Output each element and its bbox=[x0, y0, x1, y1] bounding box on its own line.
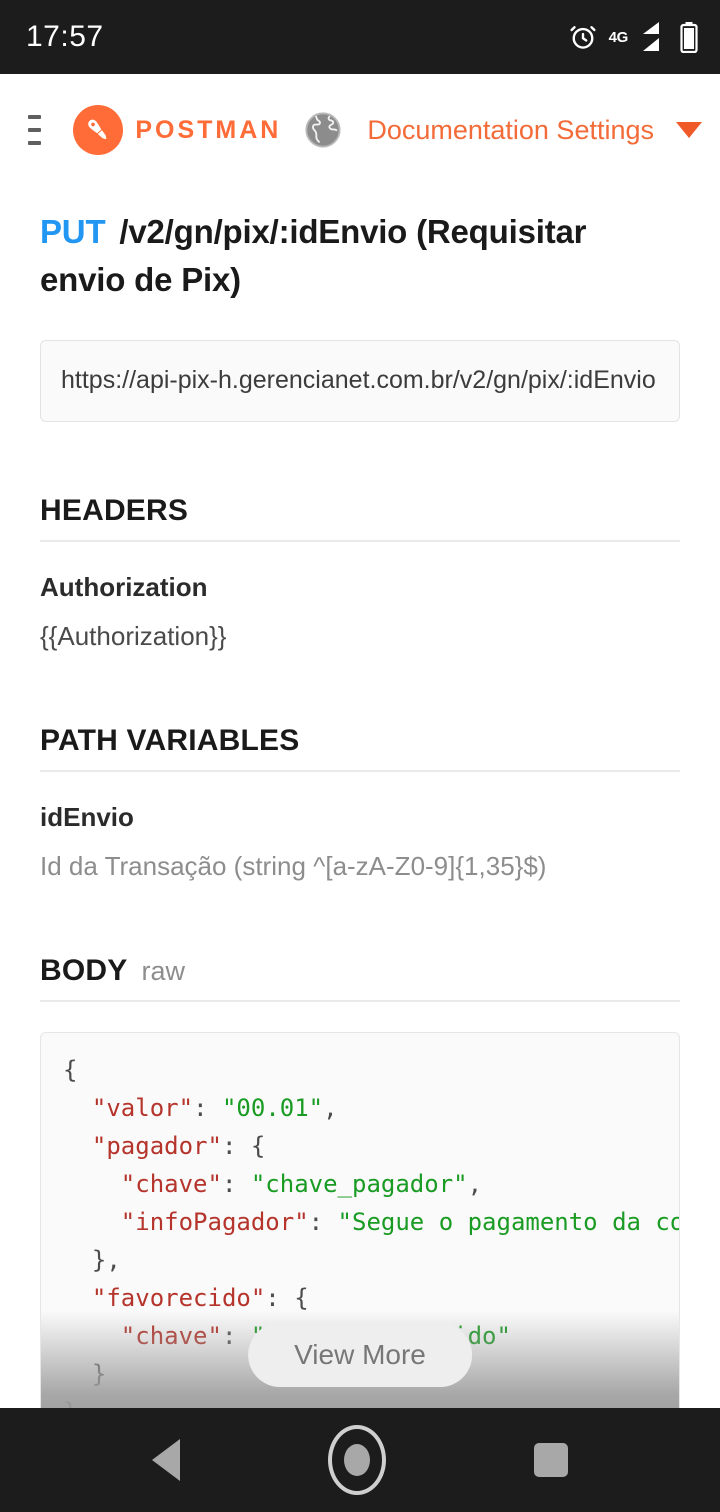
http-method-badge: PUT bbox=[40, 213, 106, 250]
status-bar: 17:57 4G bbox=[0, 0, 720, 74]
postman-logo-icon bbox=[73, 105, 124, 155]
view-more-button[interactable]: View More bbox=[248, 1323, 472, 1388]
path-variables-section-header: PATH VARIABLES bbox=[40, 724, 680, 773]
status-clock: 17:57 bbox=[26, 20, 104, 53]
chevron-down-icon[interactable] bbox=[676, 122, 702, 138]
app-header: POSTMAN Documentation Settings bbox=[0, 74, 720, 186]
globe-icon[interactable] bbox=[303, 110, 343, 150]
header-param-value: {{Authorization}} bbox=[40, 621, 227, 652]
signal-icon bbox=[639, 21, 669, 53]
path-variable-description: Id da Transação (string ^[a-zA-Z0-9]{1,3… bbox=[40, 851, 547, 882]
status-icon-group: 4G bbox=[568, 21, 698, 53]
page-title: PUT/v2/gn/pix/:idEnvio (Requisitar envio… bbox=[40, 208, 680, 304]
path-variable-identry: idEnvio Id da Transação (string ^[a-zA-Z… bbox=[40, 802, 680, 882]
path-variables-section-title: PATH VARIABLES bbox=[40, 724, 300, 758]
postman-brand[interactable]: POSTMAN bbox=[73, 105, 281, 155]
header-param-authorization: Authorization {{Authorization}} bbox=[40, 572, 680, 652]
alarm-icon bbox=[568, 22, 598, 52]
documentation-settings-link[interactable]: Documentation Settings bbox=[367, 115, 654, 146]
documentation-content: PUT/v2/gn/pix/:idEnvio (Requisitar envio… bbox=[0, 208, 720, 1433]
body-mode-label: raw bbox=[141, 956, 185, 987]
back-icon[interactable] bbox=[152, 1439, 180, 1481]
recents-icon[interactable] bbox=[534, 1443, 568, 1477]
network-type-label: 4G bbox=[608, 28, 629, 46]
home-icon[interactable] bbox=[328, 1425, 386, 1495]
battery-icon bbox=[680, 21, 698, 53]
body-section-header: BODY raw bbox=[40, 954, 680, 1003]
hamburger-icon[interactable] bbox=[24, 107, 45, 153]
android-navigation-bar bbox=[0, 1408, 720, 1512]
header-param-name: Authorization bbox=[40, 572, 208, 603]
request-body-code-block[interactable]: { "valor": "00.01", "pagador": { "chave"… bbox=[40, 1032, 680, 1433]
postman-wordmark: POSTMAN bbox=[135, 115, 282, 144]
path-variable-name: idEnvio bbox=[40, 802, 134, 833]
headers-section-title: HEADERS bbox=[40, 494, 189, 528]
headers-section-header: HEADERS bbox=[40, 494, 680, 543]
request-url-box[interactable]: https://api-pix-h.gerencianet.com.br/v2/… bbox=[40, 339, 680, 423]
body-section-title: BODY bbox=[40, 954, 128, 988]
endpoint-path: /v2/gn/pix/:idEnvio (Requisitar envio de… bbox=[40, 213, 587, 298]
